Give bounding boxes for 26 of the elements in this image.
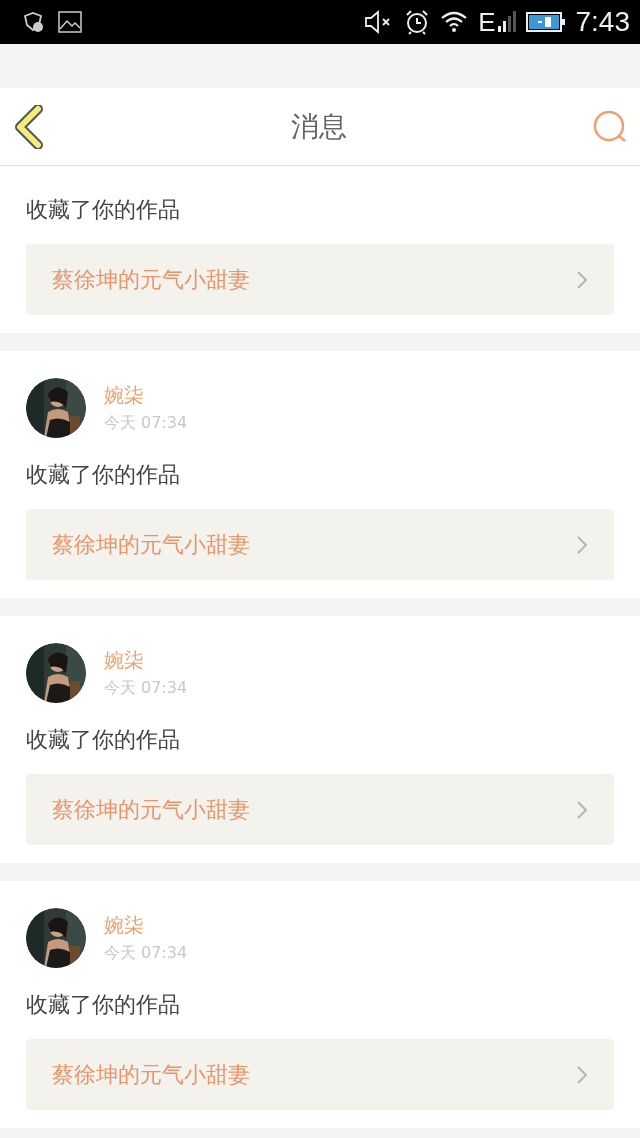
network-type: E <box>478 6 496 38</box>
message-text: 收藏了你的作品 <box>26 196 181 224</box>
search-icon <box>592 108 628 145</box>
work-link[interactable]: 蔡徐坤的元气小甜妻 <box>26 1039 614 1110</box>
user-name[interactable]: 婉柒 <box>104 647 188 674</box>
back-button[interactable] <box>14 104 46 149</box>
shield-notification-icon <box>22 11 44 33</box>
battery-charging-icon <box>525 10 566 34</box>
signal-icon <box>497 10 516 34</box>
work-link[interactable]: 蔡徐坤的元气小甜妻 <box>26 509 614 580</box>
work-link[interactable]: 蔡徐坤的元气小甜妻 <box>26 774 614 845</box>
chevron-right-icon <box>576 534 588 555</box>
work-link[interactable]: 蔡徐坤的元气小甜妻 <box>26 244 614 315</box>
chevron-right-icon <box>576 269 588 290</box>
wifi-icon <box>440 10 469 34</box>
user-name[interactable]: 婉柒 <box>104 382 188 409</box>
message-text: 收藏了你的作品 <box>26 991 181 1019</box>
message-text: 收藏了你的作品 <box>26 461 181 489</box>
image-icon <box>58 11 82 33</box>
message-text: 收藏了你的作品 <box>26 726 181 754</box>
chevron-right-icon <box>576 1064 588 1085</box>
user-name[interactable]: 婉柒 <box>104 912 188 939</box>
back-chevron-icon <box>14 104 46 149</box>
clock-time: 7:43 <box>575 6 630 38</box>
page-title: 消息 <box>291 108 347 145</box>
chevron-right-icon <box>576 799 588 820</box>
